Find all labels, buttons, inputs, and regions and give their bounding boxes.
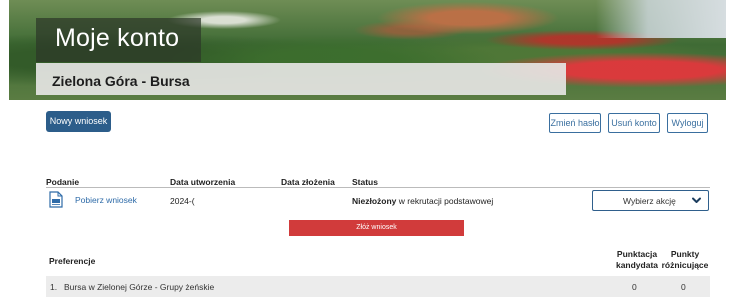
preferences-title: Preferencje [49, 256, 96, 266]
table-header-divider [46, 187, 710, 188]
column-header-candidate-points: Punktacja kandydata [612, 249, 662, 271]
pdf-file-icon[interactable] [49, 191, 63, 208]
action-select[interactable]: Wybierz akcję [592, 190, 709, 211]
institution-name: Zielona Góra - Bursa [52, 73, 190, 89]
chevron-down-icon [692, 197, 701, 203]
list-item: 1. Bursa w Zielonej Górze - Grupy żeński… [46, 276, 710, 297]
banner-image-sky [596, 0, 726, 38]
status-detail: w rekrutacji podstawowej [396, 196, 494, 206]
column-header-tiebreak-points: Punkty różnicujące [661, 249, 709, 271]
preference-candidate-points: 0 [632, 282, 637, 292]
preference-name: Bursa w Zielonej Górze - Grupy żeńskie [64, 282, 215, 292]
new-application-button[interactable]: Nowy wniosek [46, 111, 111, 132]
preference-number: 1. [50, 282, 58, 292]
tiebreak-points-line2: różnicujące [661, 260, 709, 270]
status-text: Niezłożony w rekrutacji podstawowej [352, 196, 493, 206]
tiebreak-points-line1: Punkty [670, 249, 700, 259]
status-state: Niezłożony [352, 196, 397, 206]
preference-tiebreak-points: 0 [681, 282, 686, 292]
column-header-created: Data utworzenia [170, 177, 236, 187]
candidate-points-line2: kandydata [615, 260, 659, 270]
candidate-points-line1: Punktacja [616, 249, 658, 259]
submit-application-button[interactable]: Złóż wniosek [289, 220, 464, 236]
column-header-status: Status [352, 177, 378, 187]
created-date: 2024-( [170, 196, 195, 206]
column-header-application: Podanie [46, 177, 80, 187]
change-password-button[interactable]: Zmień hasło [549, 113, 601, 133]
delete-account-button[interactable]: Usuń konto [608, 113, 660, 133]
page-title: Moje konto [55, 24, 180, 52]
download-application-link[interactable]: Pobierz wniosek [75, 195, 137, 205]
logout-button[interactable]: Wyloguj [667, 113, 708, 133]
column-header-submitted: Data złożenia [281, 177, 335, 187]
action-select-value: Wybierz akcję [623, 196, 676, 206]
